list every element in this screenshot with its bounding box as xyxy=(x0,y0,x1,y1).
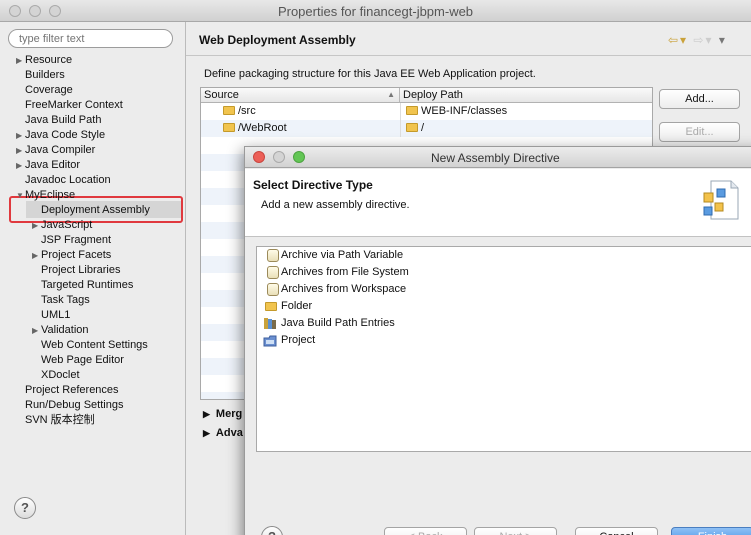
expand-arrow-icon[interactable]: ▶ xyxy=(16,53,22,68)
tree-item-coverage[interactable]: Coverage xyxy=(25,83,73,98)
next-button[interactable]: Next > xyxy=(474,527,557,535)
folder-icon xyxy=(406,123,418,132)
advanced-section[interactable]: ▶ Adva xyxy=(203,427,243,439)
properties-window: Properties for financegt-jbpm-web ▶Resou… xyxy=(0,0,751,535)
expand-arrow-icon[interactable]: ▶ xyxy=(203,409,210,419)
tree-item-web-page-editor[interactable]: Web Page Editor xyxy=(41,353,124,368)
tree-item-myeclipse[interactable]: ▼ MyEclipse xyxy=(16,188,75,203)
tree-item-targeted-runtimes[interactable]: Targeted Runtimes xyxy=(41,278,133,293)
tree-item-resource[interactable]: ▶ Resource xyxy=(16,53,72,68)
merge-section[interactable]: ▶ Merg xyxy=(203,408,242,420)
tree-item-project-facets[interactable]: ▶ Project Facets xyxy=(32,248,111,263)
dialog-close-button[interactable] xyxy=(253,151,265,163)
page-title: Web Deployment Assembly xyxy=(199,33,356,47)
header-divider xyxy=(186,55,751,56)
folder-icon xyxy=(265,302,277,311)
dialog-heading: Select Directive Type xyxy=(253,178,373,192)
dialog-title-bar: New Assembly Directive xyxy=(245,147,751,168)
column-header-deploy-path[interactable]: Deploy Path xyxy=(400,88,652,103)
expand-arrow-icon[interactable]: ▶ xyxy=(203,428,210,438)
jar-icon xyxy=(267,249,279,262)
dialog-subheading: Add a new assembly directive. xyxy=(261,199,410,211)
title-bar: Properties for financegt-jbpm-web xyxy=(0,0,751,22)
tree-item-javascript[interactable]: ▶ JavaScript xyxy=(32,218,92,233)
list-item-java-build-path-entries[interactable]: Java Build Path Entries xyxy=(264,315,395,332)
collapse-arrow-icon[interactable]: ▼ xyxy=(16,188,24,203)
tree-item-uml1[interactable]: UML1 xyxy=(41,308,70,323)
tree-item-project-references[interactable]: Project References xyxy=(25,383,119,398)
tree-item-validation[interactable]: ▶ Validation xyxy=(32,323,89,338)
expand-arrow-icon[interactable]: ▶ xyxy=(32,323,38,338)
dialog-help-button[interactable]: ? xyxy=(261,526,283,535)
list-item-folder[interactable]: Folder xyxy=(265,298,312,315)
tree-item-builders[interactable]: Builders xyxy=(25,68,65,83)
column-header-source[interactable]: Source ▲ xyxy=(201,88,400,103)
tree-item-freemarker[interactable]: FreeMarker Context xyxy=(25,98,123,113)
jar-icon xyxy=(267,266,279,279)
sort-arrow-icon: ▲ xyxy=(387,90,395,99)
new-assembly-directive-dialog: New Assembly Directive Select Directive … xyxy=(244,146,751,535)
tree-item-web-content-settings[interactable]: Web Content Settings xyxy=(41,338,148,353)
expand-arrow-icon[interactable]: ▶ xyxy=(32,248,38,263)
tree-item-xdoclet[interactable]: XDoclet xyxy=(41,368,80,383)
tree-item-java-code-style[interactable]: ▶ Java Code Style xyxy=(16,128,105,143)
directive-type-list[interactable]: Archive via Path Variable Archives from … xyxy=(256,246,751,452)
cancel-button[interactable]: Cancel xyxy=(575,527,658,535)
tree-item-java-compiler[interactable]: ▶ Java Compiler xyxy=(16,143,95,158)
tree-item-jsp-fragment[interactable]: JSP Fragment xyxy=(41,233,111,248)
add-button[interactable]: Add... xyxy=(659,89,740,109)
finish-button[interactable]: Finish xyxy=(671,527,751,535)
forward-arrow-icon[interactable]: ⇨▾ xyxy=(693,33,713,47)
list-item-project[interactable]: Project xyxy=(263,332,315,349)
sash-divider[interactable] xyxy=(185,22,186,535)
tree-item-run-debug-settings[interactable]: Run/Debug Settings xyxy=(25,398,123,413)
dialog-header: Select Directive Type Add a new assembly… xyxy=(245,169,751,237)
table-row[interactable]: /WebRoot / xyxy=(201,120,652,137)
wizard-banner-icon xyxy=(703,180,739,220)
expand-arrow-icon[interactable]: ▶ xyxy=(16,128,22,143)
window-title: Properties for financegt-jbpm-web xyxy=(277,4,474,19)
list-item-archives-workspace[interactable]: Archives from Workspace xyxy=(267,281,406,298)
tree-item-java-build-path[interactable]: Java Build Path xyxy=(25,113,101,128)
folder-icon xyxy=(406,106,418,115)
tree-item-java-editor[interactable]: ▶ Java Editor xyxy=(16,158,80,173)
tree-item-task-tags[interactable]: Task Tags xyxy=(41,293,90,308)
filter-input[interactable] xyxy=(8,29,173,48)
help-button[interactable]: ? xyxy=(14,497,36,519)
folder-icon xyxy=(223,106,235,115)
menu-icon[interactable]: ▾ xyxy=(719,33,727,47)
nav-arrows: ⇦▾ ⇨▾ ▾ xyxy=(668,33,727,47)
edit-button[interactable]: Edit... xyxy=(659,122,740,142)
page-description: Define packaging structure for this Java… xyxy=(204,68,536,80)
back-button[interactable]: < Back xyxy=(384,527,467,535)
expand-arrow-icon[interactable]: ▶ xyxy=(16,158,22,173)
jar-icon xyxy=(267,283,279,296)
tree-item-deployment-assembly[interactable]: Deployment Assembly xyxy=(41,203,150,218)
library-icon xyxy=(264,318,276,329)
tree-item-javadoc-location[interactable]: Javadoc Location xyxy=(25,173,111,188)
list-item-archives-file-system[interactable]: Archives from File System xyxy=(267,264,409,281)
list-item-archive-path-variable[interactable]: Archive via Path Variable xyxy=(267,247,403,264)
tree-item-project-libraries[interactable]: Project Libraries xyxy=(41,263,120,278)
expand-arrow-icon[interactable]: ▶ xyxy=(16,143,22,158)
table-row[interactable]: /src WEB-INF/classes xyxy=(201,103,652,120)
properties-tree: ▶ Resource Builders Coverage FreeMarker C… xyxy=(0,52,185,452)
dialog-minimize-button[interactable] xyxy=(273,151,285,163)
folder-icon xyxy=(223,123,235,132)
dialog-zoom-button[interactable] xyxy=(293,151,305,163)
expand-arrow-icon[interactable]: ▶ xyxy=(32,218,38,233)
project-icon xyxy=(263,335,277,347)
tree-item-svn[interactable]: SVN 版本控制 xyxy=(25,413,95,428)
dialog-title: New Assembly Directive xyxy=(431,151,560,165)
back-arrow-icon[interactable]: ⇦▾ xyxy=(668,33,688,47)
